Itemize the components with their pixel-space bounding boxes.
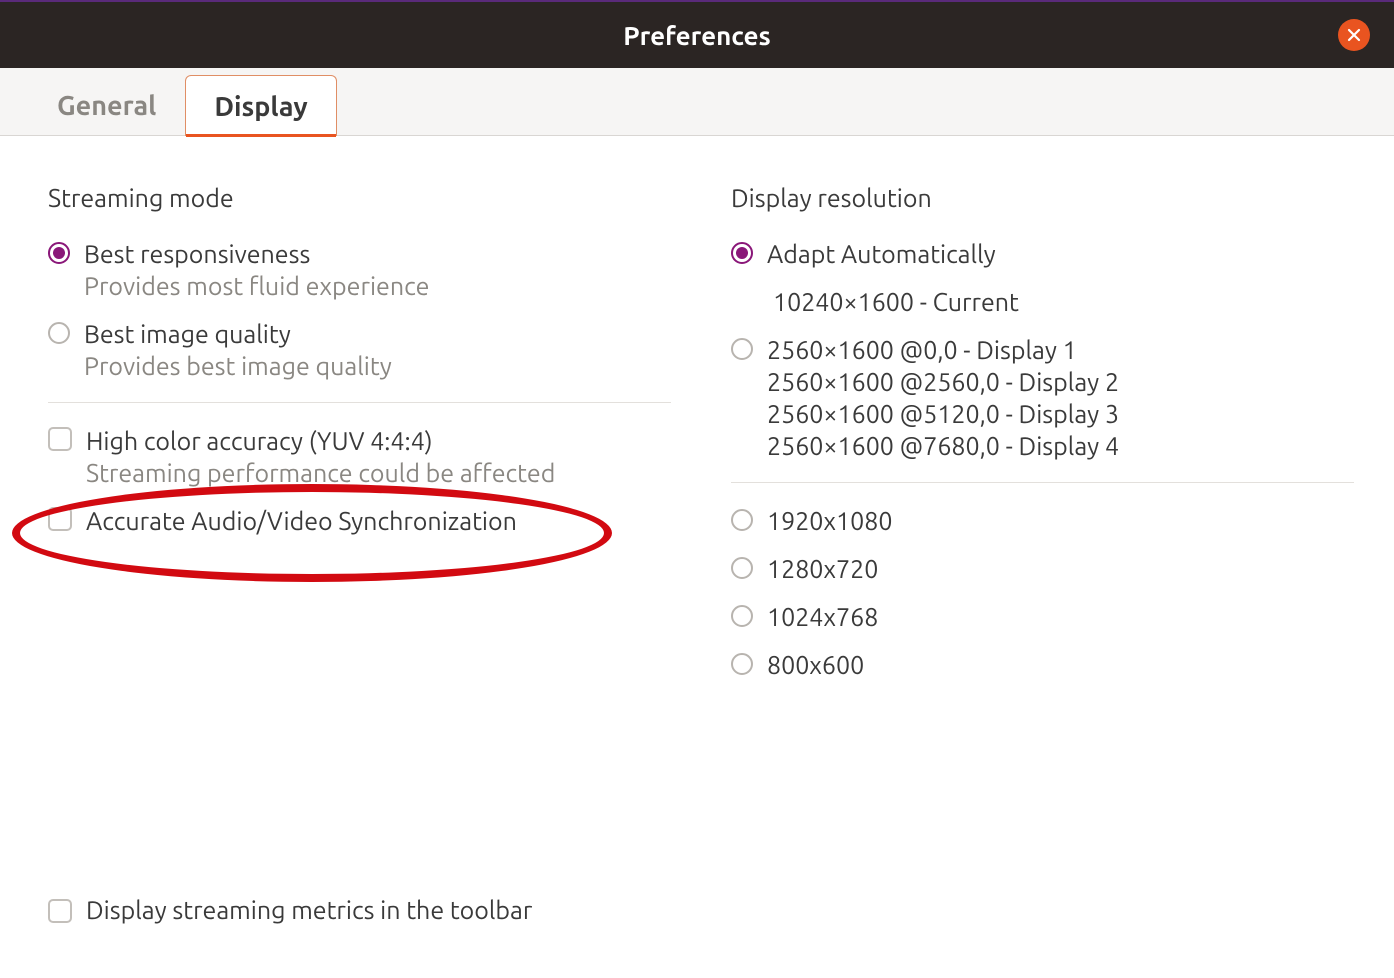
option-adapt-auto[interactable]: Adapt Automatically: [731, 232, 1354, 280]
radio-best-image-quality[interactable]: [48, 322, 70, 344]
option-label: 800x600: [767, 649, 864, 681]
option-label: 1024x768: [767, 601, 878, 633]
option-label: Accurate Audio/Video Synchronization: [86, 505, 517, 537]
option-label: Best responsiveness: [84, 238, 429, 270]
radio-800x600[interactable]: [731, 653, 753, 675]
option-text: Best responsiveness Provides most fluid …: [84, 238, 429, 302]
checkbox-streaming-metrics[interactable]: [48, 899, 72, 923]
tabbar: General Display: [0, 68, 1394, 136]
close-icon: [1347, 28, 1361, 42]
streaming-mode-heading: Streaming mode: [48, 184, 671, 212]
radio-1024x768[interactable]: [731, 605, 753, 627]
option-best-image-quality[interactable]: Best image quality Provides best image q…: [48, 312, 671, 392]
radio-adapt-auto[interactable]: [731, 242, 753, 264]
checkbox-high-color[interactable]: [48, 427, 72, 451]
option-text: High color accuracy (YUV 4:4:4) Streamin…: [86, 425, 555, 489]
current-resolution: 10240×1600 - Current: [773, 286, 1019, 318]
option-desc: Provides most fluid experience: [84, 270, 429, 302]
option-label: Display streaming metrics in the toolbar: [86, 894, 532, 926]
display-line-4: 2560×1600 @7680,0 - Display 4: [767, 430, 1119, 462]
radio-multi-display[interactable]: [731, 338, 753, 360]
option-label: 1280x720: [767, 553, 878, 585]
checkbox-av-sync[interactable]: [48, 507, 72, 531]
divider: [48, 402, 671, 403]
radio-best-responsiveness[interactable]: [48, 242, 70, 264]
close-button[interactable]: [1338, 19, 1370, 51]
option-desc: Provides best image quality: [84, 350, 392, 382]
display-resolution-section: Display resolution Adapt Automatically 1…: [731, 184, 1354, 691]
option-av-sync[interactable]: Accurate Audio/Video Synchronization: [48, 499, 671, 547]
display-line-1: 2560×1600 @0,0 - Display 1: [767, 334, 1119, 366]
option-high-color[interactable]: High color accuracy (YUV 4:4:4) Streamin…: [48, 419, 671, 499]
radio-1280x720[interactable]: [731, 557, 753, 579]
option-label: 1920x1080: [767, 505, 892, 537]
tab-display[interactable]: Display: [185, 75, 336, 136]
option-text: Accurate Audio/Video Synchronization: [86, 505, 517, 537]
option-label: Adapt Automatically: [767, 238, 996, 270]
divider: [731, 482, 1354, 483]
content-area: Streaming mode Best responsiveness Provi…: [0, 136, 1394, 715]
option-800x600[interactable]: 800x600: [731, 643, 1354, 691]
streaming-mode-section: Streaming mode Best responsiveness Provi…: [48, 184, 671, 691]
display-line-3: 2560×1600 @5120,0 - Display 3: [767, 398, 1119, 430]
option-1024x768[interactable]: 1024x768: [731, 595, 1354, 643]
option-streaming-metrics[interactable]: Display streaming metrics in the toolbar: [48, 888, 532, 936]
window-title: Preferences: [623, 21, 771, 50]
option-desc: Streaming performance could be affected: [86, 457, 555, 489]
option-best-responsiveness[interactable]: Best responsiveness Provides most fluid …: [48, 232, 671, 312]
option-text: Best image quality Provides best image q…: [84, 318, 392, 382]
option-1280x720[interactable]: 1280x720: [731, 547, 1354, 595]
current-resolution-row: 10240×1600 - Current: [731, 280, 1354, 328]
radio-1920x1080[interactable]: [731, 509, 753, 531]
option-label: 2560×1600 @0,0 - Display 1 2560×1600 @25…: [767, 334, 1119, 462]
display-line-2: 2560×1600 @2560,0 - Display 2: [767, 366, 1119, 398]
titlebar: Preferences: [0, 0, 1394, 68]
option-1920x1080[interactable]: 1920x1080: [731, 499, 1354, 547]
display-resolution-heading: Display resolution: [731, 184, 1354, 212]
option-label: Best image quality: [84, 318, 392, 350]
option-multi-display[interactable]: 2560×1600 @0,0 - Display 1 2560×1600 @25…: [731, 328, 1354, 472]
option-label: High color accuracy (YUV 4:4:4): [86, 425, 555, 457]
tab-general[interactable]: General: [28, 74, 185, 135]
